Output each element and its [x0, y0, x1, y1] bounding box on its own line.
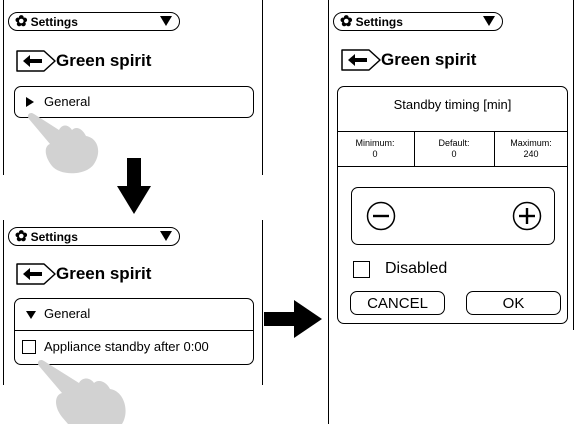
right-arrow-icon	[264, 300, 322, 338]
back-arrow-button[interactable]	[14, 49, 58, 73]
settings-dropdown-label: Settings	[30, 229, 78, 244]
chevron-down-icon	[483, 16, 495, 26]
range-table: Minimum: 0 Default: 0 Maximum: 240	[336, 131, 568, 167]
gear-icon: ✿	[15, 228, 28, 245]
settings-dropdown-label: Settings	[355, 14, 403, 29]
minimum-cell: Minimum: 0	[337, 138, 414, 160]
page-title: Green spirit	[56, 264, 152, 283]
dialog-title: Standby timing [min]	[393, 97, 512, 112]
hand-pointer-icon-2	[37, 359, 126, 424]
right-panel-border-right	[573, 0, 574, 330]
chevron-down-icon	[160, 231, 172, 241]
down-arrow-icon	[117, 158, 151, 214]
general-section-label: General	[44, 94, 91, 109]
back-arrow-button[interactable]	[14, 262, 58, 286]
chevron-down-icon	[160, 16, 172, 26]
minimum-label: Minimum:	[355, 138, 395, 148]
settings-dropdown-label: Settings	[30, 14, 78, 29]
plus-icon[interactable]	[512, 201, 542, 231]
settings-dropdown-2[interactable]: ✿ Settings	[8, 227, 180, 246]
value-stepper	[351, 187, 555, 245]
page-title: Green spirit	[381, 50, 477, 69]
title-row-2: Green spirit	[14, 262, 151, 286]
settings-dropdown-3[interactable]: ✿ Settings	[333, 12, 503, 31]
settings-dropdown[interactable]: ✿ Settings	[8, 12, 180, 31]
title-row: Green spirit	[14, 49, 151, 73]
panel-border-left	[3, 0, 4, 175]
default-label: Default:	[438, 138, 470, 148]
title-row-3: Green spirit	[339, 48, 476, 72]
page-title: Green spirit	[56, 51, 152, 70]
hand-pointer-icon	[27, 112, 99, 174]
ok-button[interactable]: OK	[466, 291, 561, 315]
panel2-border-right	[262, 220, 263, 385]
minus-icon[interactable]	[366, 201, 396, 231]
back-arrow-button[interactable]	[339, 48, 383, 72]
gear-icon: ✿	[15, 13, 28, 30]
section-divider	[15, 330, 253, 331]
maximum-value: 240	[523, 149, 539, 159]
default-value: 0	[451, 149, 457, 159]
disabled-checkbox[interactable]	[353, 261, 370, 278]
default-cell: Default: 0	[415, 138, 494, 160]
appliance-standby-label[interactable]: Appliance standby after 0:00	[44, 339, 209, 354]
expand-right-icon	[26, 97, 34, 107]
panel2-border-left	[3, 220, 4, 385]
standby-timing-dialog: Standby timing [min] Minimum: 0 Default:…	[336, 86, 568, 324]
general-section-label[interactable]: General	[44, 306, 90, 321]
minimum-value: 0	[372, 149, 378, 159]
panel-border-right	[262, 0, 263, 175]
appliance-standby-checkbox[interactable]	[22, 340, 36, 354]
maximum-label: Maximum:	[510, 138, 552, 148]
gear-icon: ✿	[340, 13, 353, 30]
right-panel-border-left	[328, 0, 329, 424]
cancel-button[interactable]: CANCEL	[350, 291, 445, 315]
collapse-down-icon[interactable]	[26, 311, 36, 319]
maximum-cell: Maximum: 240	[495, 138, 568, 160]
disabled-label: Disabled	[385, 260, 448, 277]
